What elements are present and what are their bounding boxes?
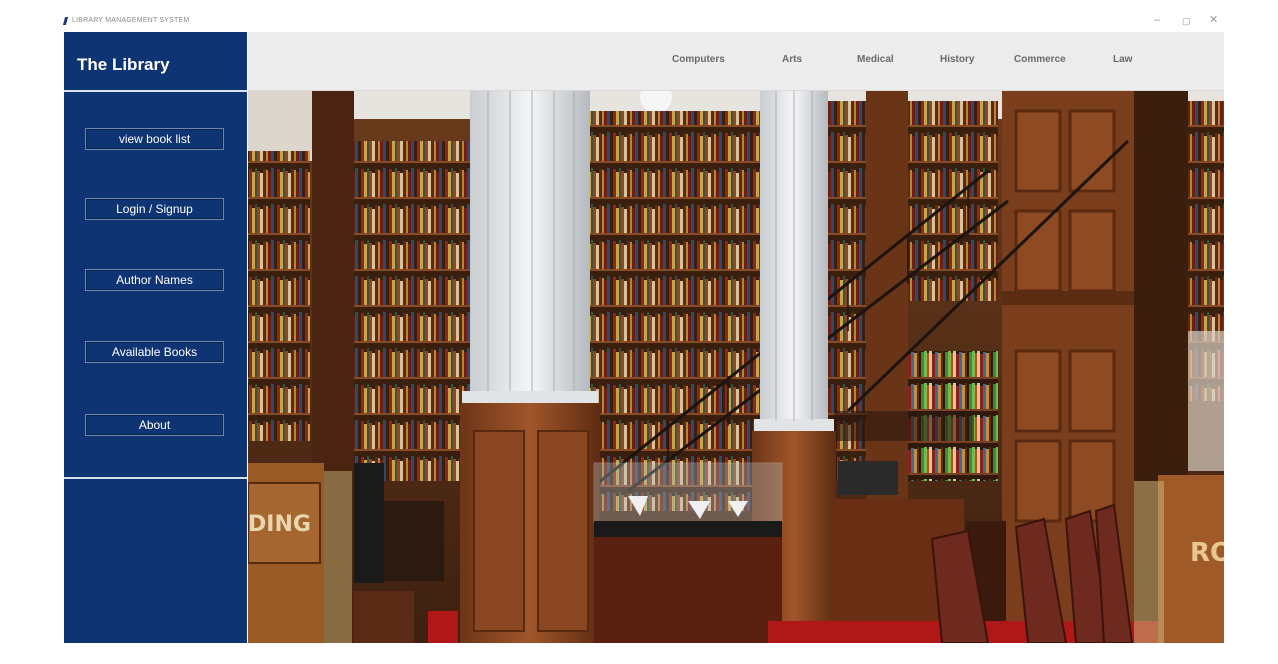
view-book-list-button[interactable]: view book list — [85, 128, 224, 150]
about-button[interactable]: About — [85, 414, 224, 436]
hero-sign-left: DING — [248, 512, 311, 537]
category-bar: Computers Arts Medical History Commerce … — [248, 32, 1224, 91]
library-hero-image: DING RO — [248, 91, 1224, 643]
category-law[interactable]: Law — [1113, 54, 1132, 65]
hero-sign-right: RO — [1190, 538, 1224, 568]
minimize-icon[interactable]: – — [1154, 14, 1160, 26]
author-names-button[interactable]: Author Names — [85, 269, 224, 291]
app-title: The Library — [77, 55, 170, 74]
window-title: LIBRARY MANAGEMENT SYSTEM — [72, 17, 190, 24]
login-signup-button[interactable]: Login / Signup — [85, 198, 224, 220]
category-medical[interactable]: Medical — [857, 54, 894, 65]
category-history[interactable]: History — [940, 54, 974, 65]
category-commerce[interactable]: Commerce — [1014, 54, 1066, 65]
maximize-icon[interactable]: ▢ — [1182, 15, 1191, 27]
category-arts[interactable]: Arts — [782, 54, 802, 65]
app-logo-icon — [62, 17, 69, 25]
brand-header: The Library — [64, 32, 247, 92]
library-interior-illustration: DING RO — [248, 91, 1224, 643]
available-books-button[interactable]: Available Books — [85, 341, 224, 363]
sidebar: The Library view book list Login / Signu… — [64, 32, 247, 643]
category-computers[interactable]: Computers — [672, 54, 725, 65]
sidebar-divider — [64, 477, 247, 479]
close-icon[interactable]: ✕ — [1209, 14, 1218, 26]
app-window: The Library view book list Login / Signu… — [64, 32, 1224, 643]
window-title-bar: LIBRARY MANAGEMENT SYSTEM – ▢ ✕ — [0, 0, 1278, 32]
